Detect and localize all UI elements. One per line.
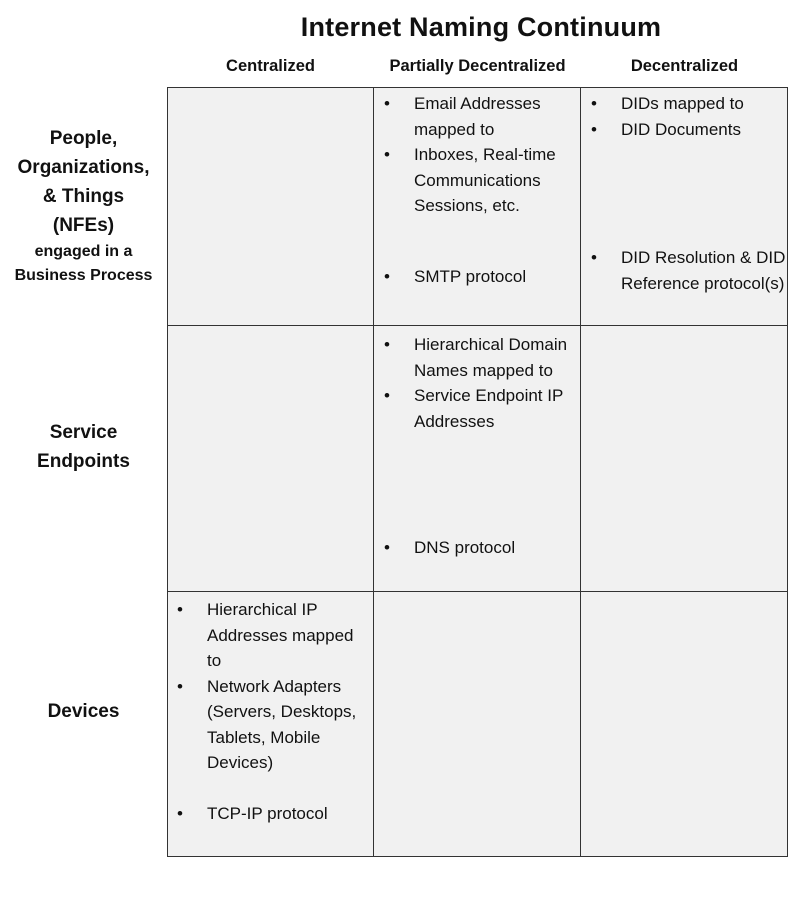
bullet-icon: • — [591, 248, 597, 267]
row-header-subline: Business Process — [14, 267, 153, 284]
item-text: Service Endpoint IP Addresses — [414, 386, 563, 431]
cell-people-decentralized: • DIDs mapped to • DID Documents • DID R… — [581, 91, 786, 296]
item-text: Network Adapters (Servers, Desktops, Tab… — [207, 676, 357, 773]
item-text: DID Documents — [621, 119, 741, 139]
row-header-line: Endpoints — [37, 451, 130, 472]
item-text: TCP-IP protocol — [207, 803, 328, 823]
bullet-icon: • — [591, 119, 597, 139]
item-text: DNS protocol — [414, 538, 516, 557]
list-item: • Service Endpoint IP Addresses — [374, 383, 579, 434]
bullet-icon: • — [384, 335, 390, 354]
row-divider — [167, 591, 788, 592]
column-header-partially-decentralized: Partially Decentralized — [389, 57, 566, 75]
cell-people-partially-decentralized: • Email Addresses mapped to • Inboxes, R… — [374, 91, 579, 289]
column-header-centralized: Centralized — [226, 57, 315, 75]
bullet-icon: • — [384, 266, 390, 286]
row-divider — [167, 325, 788, 326]
list-item: • Network Adapters (Servers, Desktops, T… — [167, 674, 372, 776]
list-item: • Hierarchical IP Addresses mapped to — [167, 597, 372, 674]
bullet-icon: • — [384, 94, 390, 113]
row-header-devices: Devices — [0, 697, 167, 726]
item-text: Inboxes, Real-time Communications Sessio… — [414, 145, 556, 215]
row-header-line: Organizations, — [17, 157, 150, 178]
bullet-icon: • — [177, 676, 183, 696]
row-header-subline: engaged in a — [34, 243, 133, 260]
item-text: Email Addresses mapped to — [414, 94, 541, 139]
row-header-people: People, Organizations, & Things (NFEs) e… — [0, 124, 167, 288]
item-text: SMTP protocol — [414, 266, 527, 286]
diagram-title: Internet Naming Continuum — [300, 12, 662, 42]
row-header-line: People, — [49, 128, 118, 149]
item-text: Hierarchical IP Addresses mapped to — [207, 600, 354, 670]
row-header-line: (NFEs) — [52, 215, 115, 236]
list-item: • TCP-IP protocol — [167, 801, 372, 827]
cell-devices-centralized: • Hierarchical IP Addresses mapped to • … — [167, 597, 372, 826]
bullet-icon: • — [384, 145, 390, 164]
list-item: • DNS protocol — [374, 535, 579, 561]
item-text: Hierarchical Domain Names mapped to — [414, 335, 568, 380]
row-header-line: Devices — [47, 701, 120, 722]
column-header-decentralized: Decentralized — [630, 57, 739, 75]
bullet-icon: • — [177, 803, 183, 823]
row-header-line: Service — [49, 422, 118, 443]
list-item: • DIDs mapped to — [581, 91, 786, 117]
bullet-icon: • — [177, 600, 183, 619]
item-text: DIDs mapped to — [621, 94, 744, 113]
item-text: DID Resolution & DID Reference protocol(… — [621, 248, 786, 293]
bullet-icon: • — [591, 94, 597, 113]
row-header-service-endpoints: Service Endpoints — [0, 418, 167, 476]
row-header-line: & Things — [42, 186, 125, 207]
list-item: • Email Addresses mapped to — [374, 91, 579, 142]
bullet-icon: • — [384, 538, 390, 557]
list-item: • DID Documents — [581, 117, 786, 143]
cell-service-endpoints-partially-decentralized: • Hierarchical Domain Names mapped to • … — [374, 332, 579, 561]
list-item: • Inboxes, Real-time Communications Sess… — [374, 142, 579, 219]
bullet-icon: • — [384, 386, 390, 405]
list-item: • DID Resolution & DID Reference protoco… — [581, 245, 786, 296]
list-item: • SMTP protocol — [374, 264, 579, 290]
list-item: • Hierarchical Domain Names mapped to — [374, 332, 579, 383]
